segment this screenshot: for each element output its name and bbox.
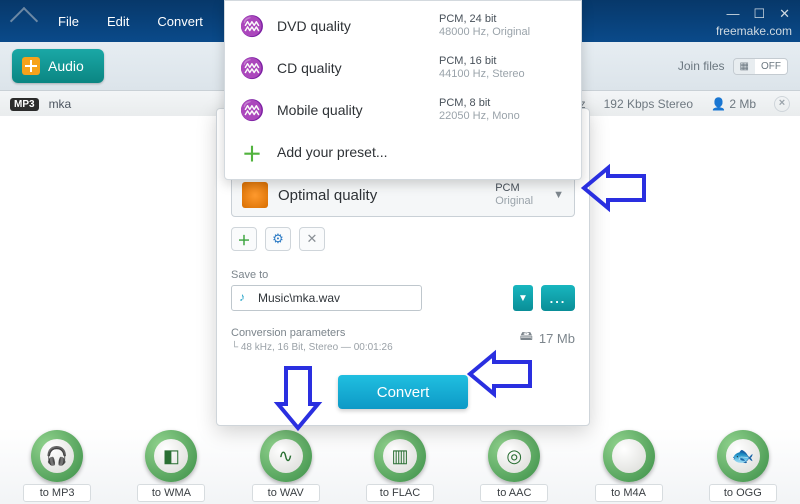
add-preset-button[interactable]: ＋ <box>231 227 257 251</box>
preset-dropdown: ♒ DVD quality PCM, 24 bit48000 Hz, Origi… <box>224 0 582 180</box>
file-remove-icon[interactable]: × <box>774 96 790 112</box>
format-ogg[interactable]: 🐟 to OGG <box>703 430 783 502</box>
app-logo-icon <box>10 7 38 35</box>
format-bar: 🎧 to MP3 ◧ to WMA ∿ to WAV ▥ to FLAC ◎ to AAC… <box>0 428 800 504</box>
save-path-input[interactable] <box>231 285 422 311</box>
add-audio-label: Audio <box>48 58 84 74</box>
file-size: 👤 2 Mb <box>711 97 756 111</box>
conversion-params-label: Conversion parameters <box>231 327 393 339</box>
add-audio-button[interactable]: Audio <box>12 49 104 83</box>
format-mp3[interactable]: 🎧 to MP3 <box>17 430 97 502</box>
preset-name: Optimal quality <box>278 187 377 204</box>
waveform-icon: ♒ <box>239 55 265 81</box>
waveform-icon: ♒ <box>239 13 265 39</box>
menu-edit[interactable]: Edit <box>99 10 137 33</box>
headphones-icon: 🎧 <box>40 439 74 473</box>
save-to-label: Save to <box>231 269 575 281</box>
format-aac[interactable]: ◎ to AAC <box>474 430 554 502</box>
join-files-label: Join files <box>678 59 725 73</box>
bars-icon: ▥ <box>383 439 417 473</box>
format-wav[interactable]: ∿ to WAV <box>246 430 326 502</box>
join-on-icon: ▦ <box>734 59 755 74</box>
window-minimize-icon[interactable]: — <box>726 6 739 22</box>
browse-button[interactable]: ... <box>541 285 575 311</box>
size-icon: 🖴 <box>520 327 533 349</box>
format-m4a-label: to M4A <box>595 484 663 502</box>
format-aac-label: to AAC <box>480 484 548 502</box>
format-wma[interactable]: ◧ to WMA <box>131 430 211 502</box>
preset-tools: ＋ ⚙ ✕ <box>231 227 575 251</box>
plus-icon <box>22 57 40 75</box>
spiral-icon: ◎ <box>497 439 531 473</box>
file-bitrate: 192 Kbps Stereo <box>604 97 693 111</box>
menu-convert[interactable]: Convert <box>149 10 211 33</box>
chevron-down-icon: ▼ <box>553 189 564 201</box>
fish-icon: 🐟 <box>726 439 760 473</box>
apple-icon <box>612 439 646 473</box>
format-flac[interactable]: ▥ to FLAC <box>360 430 440 502</box>
format-m4a[interactable]: to M4A <box>589 430 669 502</box>
file-name: mka <box>49 97 72 111</box>
format-flac-label: to FLAC <box>366 484 434 502</box>
preset-info: PCM Original <box>495 182 533 208</box>
plus-icon: ＋ <box>239 139 265 165</box>
format-wma-label: to WMA <box>137 484 205 502</box>
output-size: 🖴17 Mb <box>520 327 575 349</box>
preset-option-add[interactable]: ＋ Add your preset... <box>225 131 581 173</box>
file-type-badge: MP3 <box>10 98 39 111</box>
delete-preset-button[interactable]: ✕ <box>299 227 325 251</box>
wave-icon: ∿ <box>269 439 303 473</box>
menu-file[interactable]: File <box>50 10 87 33</box>
preset-icon <box>242 182 268 208</box>
brand-label: freemake.com <box>716 24 792 38</box>
preset-option-dvd[interactable]: ♒ DVD quality PCM, 24 bit48000 Hz, Origi… <box>225 5 581 47</box>
save-path-history-button[interactable]: ▼ <box>513 285 533 311</box>
format-mp3-label: to MP3 <box>23 484 91 502</box>
format-ogg-label: to OGG <box>709 484 777 502</box>
preset-option-cd[interactable]: ♒ CD quality PCM, 16 bit44100 Hz, Stereo <box>225 47 581 89</box>
window-maximize-icon[interactable]: ☐ <box>753 6 765 22</box>
join-off-label: OFF <box>755 59 787 74</box>
conversion-params-detail: └ 48 kHz, 16 Bit, Stereo — 00:01:26 <box>231 342 393 353</box>
waveform-icon: ♒ <box>239 97 265 123</box>
join-toggle[interactable]: ▦ OFF <box>733 58 788 75</box>
convert-button[interactable]: Convert <box>338 375 468 409</box>
window-close-icon[interactable]: ✕ <box>779 6 790 22</box>
preset-option-mobile[interactable]: ♒ Mobile quality PCM, 8 bit22050 Hz, Mon… <box>225 89 581 131</box>
edit-preset-button[interactable]: ⚙ <box>265 227 291 251</box>
wma-icon: ◧ <box>154 439 188 473</box>
join-files-control[interactable]: Join files ▦ OFF <box>678 58 788 75</box>
format-wav-label: to WAV <box>252 484 320 502</box>
